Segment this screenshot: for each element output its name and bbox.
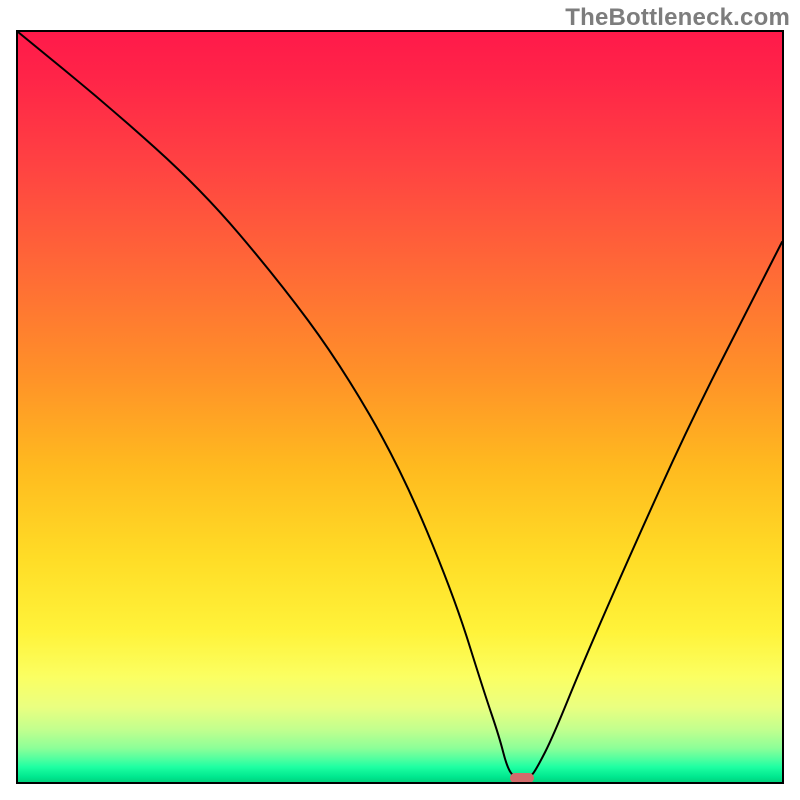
watermark-text: TheBottleneck.com (565, 4, 790, 32)
bottleneck-chart (16, 30, 784, 784)
ideal-point-marker (510, 773, 534, 783)
bottleneck-curve-svg (18, 32, 782, 782)
bottleneck-curve-path (18, 32, 782, 778)
